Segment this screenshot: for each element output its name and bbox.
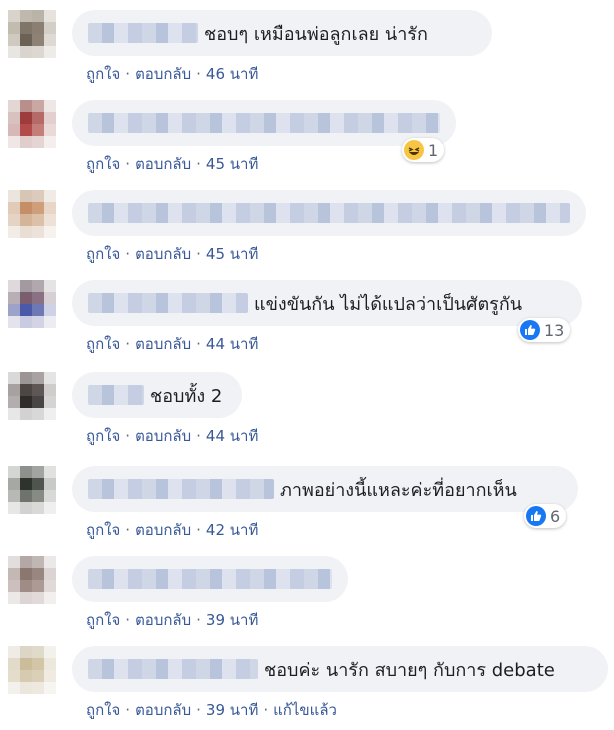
timestamp[interactable]: 39 นาที [206,701,258,719]
comment-meta: ถูกใจ · ตอบกลับ · 44 นาที [86,332,258,356]
separator-dot: · [263,701,269,719]
comment-meta: ถูกใจ · ตอบกลับ · 44 นาที [86,424,258,448]
timestamp[interactable]: 44 นาที [206,427,258,445]
edited-label[interactable]: แก้ไขแล้ว [273,701,337,719]
separator-dot: · [196,155,201,173]
avatar[interactable] [8,280,56,328]
blurred-commenter-name[interactable] [88,385,144,405]
comment-meta: ถูกใจ · ตอบกลับ · 39 นาที · แก้ไขแล้ว [86,698,337,722]
comment-meta: ถูกใจ · ตอบกลับ · 42 นาที [86,518,258,542]
avatar[interactable] [8,646,56,694]
comment-meta: ถูกใจ · ตอบกลับ · 39 นาที [86,608,258,632]
comment-text: ชอบค่ะ นารัก สบายๆ กับการ debate [264,659,555,681]
reaction-count[interactable]: 1 [402,138,445,162]
comment-bubble: แข่งขันกัน ไม่ได้แปลว่าเป็นศัตรูกัน [72,280,582,326]
comment-bubble: ชอบทั้ง 2 [72,372,242,418]
timestamp[interactable]: 42 นาที [206,521,258,539]
separator-dot: · [125,427,131,445]
comment-bubble: ชอบๆ เหมือนพ่อลูกเลย น่ารัก [72,10,492,56]
separator-dot: · [125,611,131,629]
like-link[interactable]: ถูกใจ [86,65,120,83]
like-link[interactable]: ถูกใจ [86,701,120,719]
comment-text: แข่งขันกัน ไม่ได้แปลว่าเป็นศัตรูกัน [254,293,523,315]
comment-meta: ถูกใจ · ตอบกลับ · 46 นาที [86,62,258,86]
timestamp[interactable]: 39 นาที [206,611,258,629]
timestamp[interactable]: 45 นาที [206,155,258,173]
avatar[interactable] [8,10,56,58]
reply-link[interactable]: ตอบกลับ [135,427,191,445]
like-icon [520,320,540,340]
reaction-count[interactable]: 13 [518,318,571,342]
reaction-count[interactable]: 6 [524,504,567,528]
reply-link[interactable]: ตอบกลับ [135,611,191,629]
like-link[interactable]: ถูกใจ [86,155,120,173]
separator-dot: · [125,521,131,539]
reply-link[interactable]: ตอบกลับ [135,155,191,173]
comment-meta: ถูกใจ · ตอบกลับ · 45 นาที [86,152,258,176]
separator-dot: · [125,155,131,173]
separator-dot: · [196,335,201,353]
reaction-count-number: 1 [428,140,439,160]
reaction-count-number: 6 [550,506,561,526]
avatar[interactable] [8,556,56,604]
avatar[interactable] [8,100,56,148]
reply-link[interactable]: ตอบกลับ [135,335,191,353]
comment-bubble [72,100,456,146]
comment-meta: ถูกใจ · ตอบกลับ · 45 นาที [86,242,258,266]
separator-dot: · [196,245,201,263]
blurred-commenter-name[interactable] [88,479,274,499]
comment-bubble: ภาพอย่างนี้แหละค่ะที่อยากเห็น [72,466,578,512]
separator-dot: · [196,701,201,719]
comment-bubble [72,190,586,236]
like-link[interactable]: ถูกใจ [86,521,120,539]
reply-link[interactable]: ตอบกลับ [135,245,191,263]
like-link[interactable]: ถูกใจ [86,245,120,263]
like-icon [526,506,546,526]
separator-dot: · [125,701,131,719]
blurred-commenter-name[interactable] [88,113,440,133]
avatar[interactable] [8,372,56,420]
comment-bubble: ชอบค่ะ นารัก สบายๆ กับการ debate [72,646,608,692]
blurred-commenter-name[interactable] [88,659,258,679]
separator-dot: · [125,65,131,83]
blurred-commenter-name[interactable] [88,569,332,589]
blurred-commenter-name[interactable] [88,203,570,223]
reply-link[interactable]: ตอบกลับ [135,701,191,719]
haha-icon [404,140,424,160]
comment-bubble [72,556,348,602]
blurred-commenter-name[interactable] [88,23,198,43]
separator-dot: · [196,65,201,83]
separator-dot: · [196,427,201,445]
comment-text: ภาพอย่างนี้แหละค่ะที่อยากเห็น [280,479,517,501]
like-link[interactable]: ถูกใจ [86,427,120,445]
timestamp[interactable]: 45 นาที [206,245,258,263]
blurred-commenter-name[interactable] [88,293,248,313]
like-link[interactable]: ถูกใจ [86,611,120,629]
comment-text: ชอบๆ เหมือนพ่อลูกเลย น่ารัก [204,23,428,45]
like-link[interactable]: ถูกใจ [86,335,120,353]
separator-dot: · [196,521,201,539]
avatar[interactable] [8,190,56,238]
reply-link[interactable]: ตอบกลับ [135,521,191,539]
reaction-count-number: 13 [544,320,565,340]
comment-text: ชอบทั้ง 2 [150,385,223,407]
avatar[interactable] [8,466,56,514]
timestamp[interactable]: 46 นาที [206,65,258,83]
separator-dot: · [125,335,131,353]
separator-dot: · [125,245,131,263]
timestamp[interactable]: 44 นาที [206,335,258,353]
separator-dot: · [196,611,201,629]
reply-link[interactable]: ตอบกลับ [135,65,191,83]
